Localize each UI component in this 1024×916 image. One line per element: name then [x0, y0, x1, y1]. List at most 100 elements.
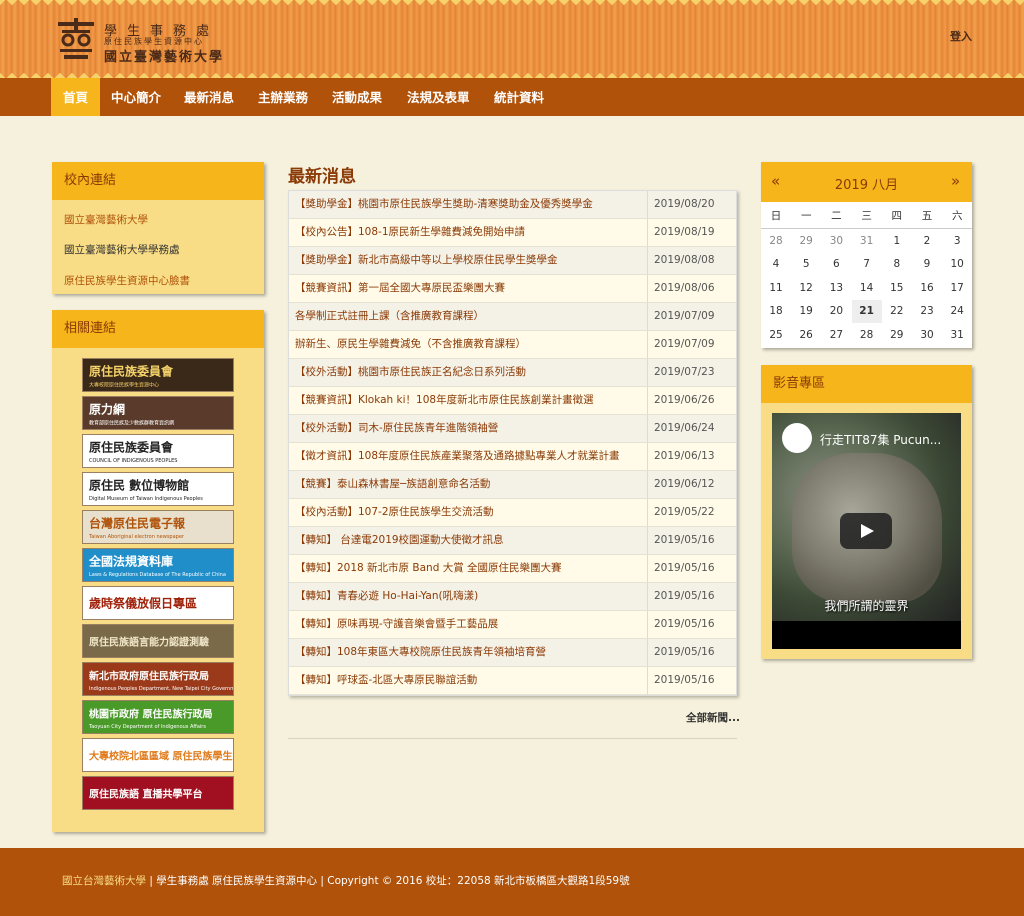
calendar-day[interactable]: 28 — [761, 230, 791, 253]
related-link-banner[interactable]: 原住民族委員會 大專校院原住民族學生資源中心 — [82, 358, 234, 392]
calendar-day[interactable]: 31 — [942, 324, 972, 347]
related-links-panel: 相關連結 原住民族委員會 大專校院原住民族學生資源中心 原力網 教育部原住民族及少數族… — [52, 310, 264, 832]
related-link-banner[interactable]: 台灣原住民電子報 Taiwan Aboriginal electron newsp… — [82, 510, 234, 544]
banner-label: 全國法規資料庫 — [89, 554, 174, 569]
related-link-banner[interactable]: 新北市政府原住民族行政局 Indigenous Peoples Departmen… — [82, 662, 234, 696]
calendar-day[interactable]: 18 — [761, 300, 791, 323]
calendar-day[interactable]: 24 — [942, 300, 972, 323]
calendar-day[interactable]: 22 — [882, 300, 912, 323]
news-item-link[interactable]: 【轉知】原味再現-守護音樂會暨手工藝品展 — [295, 611, 647, 638]
news-item-link[interactable]: 【轉知】 台達電2019校園運動大使徵才訊息 — [295, 527, 647, 554]
news-row: 【轉知】108年東區大專校院原住民族青年領袖培育營 2019/05/16 — [289, 639, 736, 667]
calendar-day[interactable]: 19 — [791, 300, 821, 323]
all-news-link[interactable]: 全部新聞... — [686, 710, 740, 725]
calendar-day[interactable]: 4 — [761, 253, 791, 276]
logo-university-name: 國立臺灣藝術大學 — [104, 50, 225, 65]
calendar-day[interactable]: 9 — [912, 253, 942, 276]
news-row: 【轉知】2018 新北市原 Band 大賞 全國原住民樂團大賽 2019/05/1… — [289, 555, 736, 583]
related-link-banner[interactable]: 全國法規資料庫 Laws & Regulations Database of Th… — [82, 548, 234, 582]
related-link-banner[interactable]: 原住民族語言能力認證測驗 — [82, 624, 234, 658]
banner-label: 原住民 數位博物館 — [89, 478, 190, 493]
site-logo[interactable]: 學生事務處 原住民族學生資源中心 國立臺灣藝術大學 — [56, 16, 240, 65]
calendar-day[interactable]: 23 — [912, 300, 942, 323]
nav-item-about[interactable]: 中心簡介 — [99, 78, 173, 116]
related-link-banner[interactable]: 桃園市政府 原住民族行政局 Taoyuan City Department of … — [82, 700, 234, 734]
news-row: 【競賽資訊】第一屆全國大專原民盃樂團大賽 2019/08/06 — [289, 275, 736, 303]
channel-logo-icon[interactable] — [782, 423, 812, 453]
calendar-day[interactable]: 20 — [821, 300, 851, 323]
calendar-day[interactable]: 13 — [821, 277, 851, 300]
news-item-date: 2019/06/26 — [647, 387, 738, 414]
related-link-banner[interactable]: 歲時祭儀放假日專區 — [82, 586, 234, 620]
news-item-link[interactable]: 【校內公告】108-1原民新生學雜費減免開始申請 — [295, 219, 647, 246]
calendar-day[interactable]: 2 — [912, 230, 942, 253]
nav-item-regulations[interactable]: 法規及表單 — [395, 78, 482, 116]
calendar-day[interactable]: 17 — [942, 277, 972, 300]
news-item-date: 2019/06/12 — [647, 471, 738, 498]
footer-info: | 學生事務處 原住民族學生資源中心 | Copyright © 2016 校址… — [146, 875, 630, 887]
news-item-link[interactable]: 【轉知】呼球盃-北區大專原民聯誼活動 — [295, 667, 647, 694]
video-title[interactable]: 行走TIT87集 Pucun... — [820, 431, 941, 448]
news-item-link[interactable]: 【競賽資訊】Klokah ki！108年度新北市原住民族創業計畫徵選 — [295, 387, 647, 414]
news-item-date: 2019/08/06 — [647, 275, 738, 302]
campus-link-student-affairs[interactable]: 國立臺灣藝術大學學務處 — [64, 242, 180, 257]
nav-item-services[interactable]: 主辦業務 — [246, 78, 320, 116]
news-item-link[interactable]: 各學制正式註冊上課（含推廣教育課程） — [295, 303, 647, 330]
calendar-next-button[interactable]: » — [951, 172, 960, 190]
nav-item-home[interactable]: 首頁 — [51, 78, 101, 116]
video-player[interactable]: 行走TIT87集 Pucun... 我們所謂的靈界 — [772, 413, 961, 649]
campus-link-ntua[interactable]: 國立臺灣藝術大學 — [64, 212, 148, 227]
calendar-day[interactable]: 16 — [912, 277, 942, 300]
calendar-day[interactable]: 29 — [882, 324, 912, 347]
nav-item-news[interactable]: 最新消息 — [172, 78, 246, 116]
footer-university-link[interactable]: 國立台灣藝術大學 — [62, 875, 146, 887]
news-item-link[interactable]: 【校外活動】桃園市原住民族正名紀念日系列活動 — [295, 359, 647, 386]
related-link-banner[interactable]: 原力網 教育部原住民族及少數族群教育資訊網 — [82, 396, 234, 430]
calendar-day[interactable]: 30 — [912, 324, 942, 347]
calendar-day[interactable]: 8 — [882, 253, 912, 276]
news-item-link[interactable]: 【轉知】2018 新北市原 Band 大賞 全國原住民樂團大賽 — [295, 555, 647, 582]
calendar-day[interactable]: 12 — [791, 277, 821, 300]
news-item-link[interactable]: 【徵才資訊】108年度原住民族產業聚落及通路據點專業人才就業計畫 — [295, 443, 647, 470]
calendar-day[interactable]: 5 — [791, 253, 821, 276]
news-item-link[interactable]: 【競賽資訊】第一屆全國大專原民盃樂團大賽 — [295, 275, 647, 302]
campus-link-facebook[interactable]: 原住民族學生資源中心臉書 — [64, 273, 190, 288]
nav-item-statistics[interactable]: 統計資料 — [482, 78, 556, 116]
related-link-banner[interactable]: 大專校院北區區域 原住民族學生資源中心 — [82, 738, 234, 772]
calendar-day[interactable]: 14 — [852, 277, 882, 300]
calendar-weekday: 五 — [921, 210, 933, 222]
calendar-day[interactable]: 15 — [882, 277, 912, 300]
news-item-link[interactable]: 【獎助學金】桃園市原住民族學生獎助-清寒獎助金及優秀獎學金 — [295, 191, 647, 218]
news-item-link[interactable]: 【轉知】108年東區大專校院原住民族青年領袖培育營 — [295, 639, 647, 666]
news-item-link[interactable]: 【校外活動】司木-原住民族青年進階領袖營 — [295, 415, 647, 442]
calendar-day[interactable]: 3 — [942, 230, 972, 253]
news-item-date: 2019/06/24 — [647, 415, 738, 442]
news-item-link[interactable]: 【校內活動】107-2原住民族學生交流活動 — [295, 499, 647, 526]
calendar-day[interactable]: 6 — [821, 253, 851, 276]
calendar-day[interactable]: 7 — [852, 253, 882, 276]
news-item-link[interactable]: 【競賽】泰山森林書屋─族語創意命名活動 — [295, 471, 647, 498]
calendar-day[interactable]: 25 — [761, 324, 791, 347]
calendar-day[interactable]: 21 — [851, 300, 882, 324]
play-button-icon[interactable] — [840, 513, 892, 549]
login-link[interactable]: 登入 — [950, 28, 972, 44]
calendar-day[interactable]: 10 — [942, 253, 972, 276]
banner-label: 原住民族委員會 — [89, 364, 174, 379]
related-link-banner[interactable]: 原住民族語 直播共學平台 — [82, 776, 234, 810]
banner-subtitle: Digital Museum of Taiwan Indigenous Peop… — [89, 495, 203, 502]
calendar-day[interactable]: 27 — [821, 324, 851, 347]
calendar-day[interactable]: 30 — [821, 230, 851, 253]
news-item-link[interactable]: 辦新生、原民生學雜費減免（不含推廣教育課程） — [295, 331, 647, 358]
calendar-day[interactable]: 29 — [791, 230, 821, 253]
news-item-link[interactable]: 【獎助學金】新北市高級中等以上學校原住民學生獎學金 — [295, 247, 647, 274]
related-link-banner[interactable]: 原住民族委員會 COUNCIL OF INDIGENOUS PEOPLES — [82, 434, 234, 468]
calendar-day[interactable]: 28 — [852, 324, 882, 347]
news-item-link[interactable]: 【轉知】青春必遊 Ho-Hai-Yan(吼嗨漾) — [295, 583, 647, 610]
nav-item-results[interactable]: 活動成果 — [320, 78, 394, 116]
calendar-day[interactable]: 31 — [852, 230, 882, 253]
calendar-month-title: 2019 八月 — [834, 178, 899, 193]
calendar-day[interactable]: 1 — [882, 230, 912, 253]
calendar-day[interactable]: 26 — [791, 324, 821, 347]
calendar-day[interactable]: 11 — [761, 277, 791, 300]
related-link-banner[interactable]: 原住民 數位博物館 Digital Museum of Taiwan Indige… — [82, 472, 234, 506]
